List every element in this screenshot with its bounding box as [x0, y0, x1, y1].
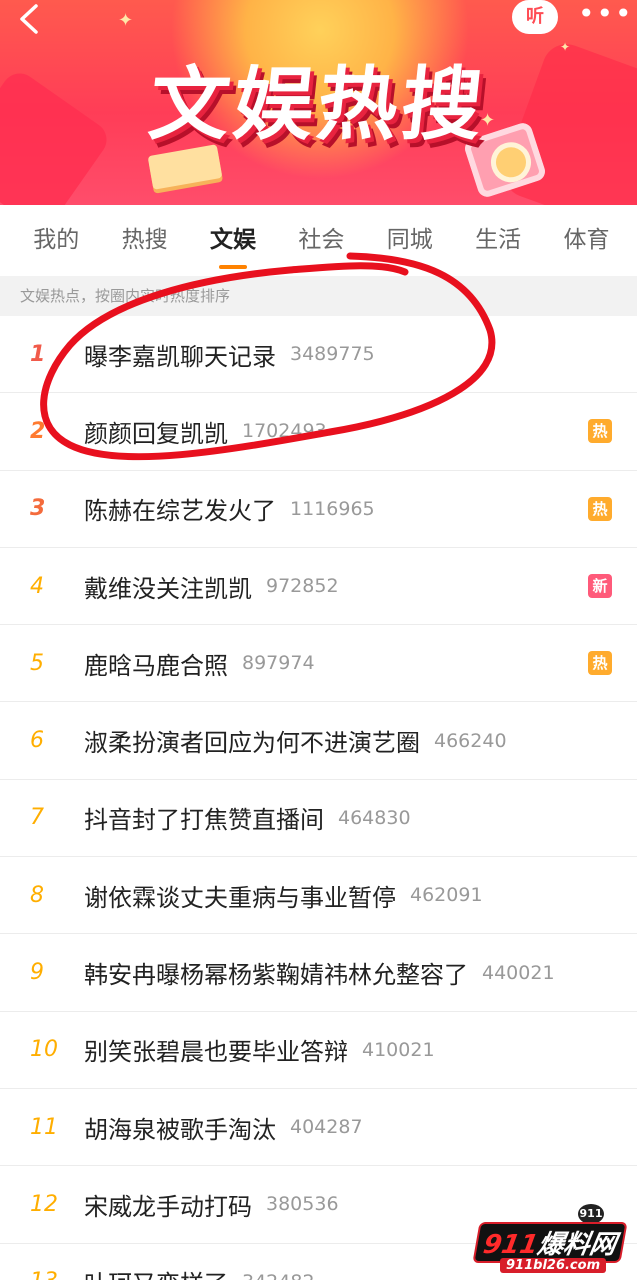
list-item[interactable]: 8 谢依霖谈丈夫重病与事业暂停 462091 [0, 857, 637, 935]
rank-number: 2 [30, 418, 46, 444]
rank-number: 13 [0, 1269, 84, 1280]
rank-number: 11 [30, 1114, 58, 1140]
ranking-hint: 文娱热点，按圈内实时热度排序 [0, 276, 637, 316]
item-title: 宋威龙手动打码 [84, 1192, 252, 1221]
heat-count: 3489775 [290, 343, 375, 366]
tab-1[interactable]: 热搜 [100, 205, 188, 275]
watermark-badge: 911 [578, 1204, 604, 1224]
star-icon: ✦ [118, 10, 134, 31]
rank-number: 3 [30, 496, 46, 522]
watermark-brand-cn: 爆料网 [535, 1230, 619, 1260]
rank-number: 12 [30, 1191, 58, 1217]
heat-count: 342482 [242, 1271, 315, 1280]
category-tabs: 我的 热搜 文娱 社会 同城 生活 体育 [0, 205, 637, 275]
heat-count: 1702493 [242, 420, 327, 443]
list-item[interactable]: 11 胡海泉被歌手淘汰 404287 [0, 1088, 637, 1167]
item-title: 颜颜回复凯凯 [84, 419, 228, 448]
back-button[interactable] [16, 4, 46, 34]
list-item[interactable]: 7 抖音封了打焦赞直播间 464830 [0, 779, 637, 858]
banner: ✦ ✦ ✦ 听 ••• 文娱热搜 [0, 0, 637, 205]
new-badge: 新 [588, 574, 612, 599]
list-item[interactable]: 3 陈赫在综艺发火了 1116965 热 [0, 470, 637, 548]
rank-number: 7 [30, 805, 44, 831]
more-button[interactable]: ••• [578, 0, 634, 28]
watermark-logo: 911 911爆料网 911bl26.com [470, 1200, 637, 1280]
tab-0[interactable]: 我的 [12, 205, 100, 275]
heat-count: 464830 [338, 806, 411, 829]
hot-search-list: 1 曝李嘉凯聊天记录 3489775 2 颜颜回复凯凯 1702493 热 3 陈赫在综艺发火了… [0, 316, 637, 1280]
heat-count: 1116965 [290, 497, 375, 520]
listen-label: 听 [526, 6, 544, 27]
rank-number: 6 [30, 728, 44, 754]
listen-button[interactable]: 听 [512, 0, 558, 34]
chevron-left-icon [20, 4, 38, 34]
tab-4[interactable]: 同城 [366, 205, 454, 275]
item-title: 曝李嘉凯聊天记录 [84, 342, 276, 371]
tab-6[interactable]: 体育 [542, 205, 630, 275]
item-title: 别笑张碧晨也要毕业答辩 [84, 1038, 348, 1067]
heat-count: 897974 [242, 652, 315, 675]
heat-count: 972852 [266, 575, 339, 598]
hot-badge: 热 [588, 651, 612, 676]
tab-5[interactable]: 生活 [454, 205, 542, 275]
item-title: 鹿晗马鹿合照 [84, 651, 228, 680]
watermark-brand-number: 911 [480, 1230, 541, 1260]
item-title: 胡海泉被歌手淘汰 [84, 1115, 276, 1144]
heat-count: 404287 [290, 1116, 363, 1139]
item-title: 陈赫在综艺发火了 [84, 497, 276, 526]
tab-3[interactable]: 社会 [277, 205, 365, 275]
heat-count: 466240 [434, 729, 507, 752]
rank-number: 8 [30, 882, 44, 908]
rank-number: 4 [30, 573, 44, 599]
list-item[interactable]: 10 别笑张碧晨也要毕业答辩 410021 [0, 1011, 637, 1089]
item-title: 淑柔扮演者回应为何不进演艺圈 [84, 729, 420, 758]
list-item[interactable]: 6 淑柔扮演者回应为何不进演艺圈 466240 [0, 702, 637, 780]
rank-number: 10 [30, 1037, 58, 1063]
list-item[interactable]: 5 鹿晗马鹿合照 897974 热 [0, 625, 637, 703]
hot-badge: 热 [588, 496, 612, 521]
heat-count: 410021 [362, 1038, 435, 1061]
rank-number: 5 [30, 650, 44, 676]
item-title: 谢依霖谈丈夫重病与事业暂停 [84, 883, 396, 912]
rank-number: 1 [30, 341, 46, 367]
heat-count: 380536 [266, 1193, 339, 1216]
item-title: 叶珂又变样了 [84, 1264, 228, 1280]
list-item[interactable]: 2 颜颜回复凯凯 1702493 热 [0, 393, 637, 471]
list-item[interactable]: 1 曝李嘉凯聊天记录 3489775 [0, 316, 637, 394]
item-title: 韩安冉曝杨幂杨紫鞠婧祎林允整容了 [84, 961, 468, 990]
tab-2[interactable]: 文娱 [189, 205, 277, 275]
watermark-brand: 911爆料网 [472, 1222, 628, 1263]
rank-number: 9 [30, 960, 44, 986]
item-title: 戴维没关注凯凯 [84, 574, 252, 603]
heat-count: 440021 [482, 961, 555, 984]
hot-badge: 热 [588, 419, 612, 444]
list-item[interactable]: 4 戴维没关注凯凯 972852 新 [0, 547, 637, 626]
page-title: 文娱热搜 [144, 58, 491, 151]
list-item[interactable]: 9 韩安冉曝杨幂杨紫鞠婧祎林允整容了 440021 [0, 934, 637, 1012]
heat-count: 462091 [410, 884, 483, 907]
watermark-site: 911bl26.com [500, 1258, 607, 1273]
item-title: 抖音封了打焦赞直播间 [84, 806, 324, 835]
more-dots-icon: ••• [578, 0, 634, 30]
